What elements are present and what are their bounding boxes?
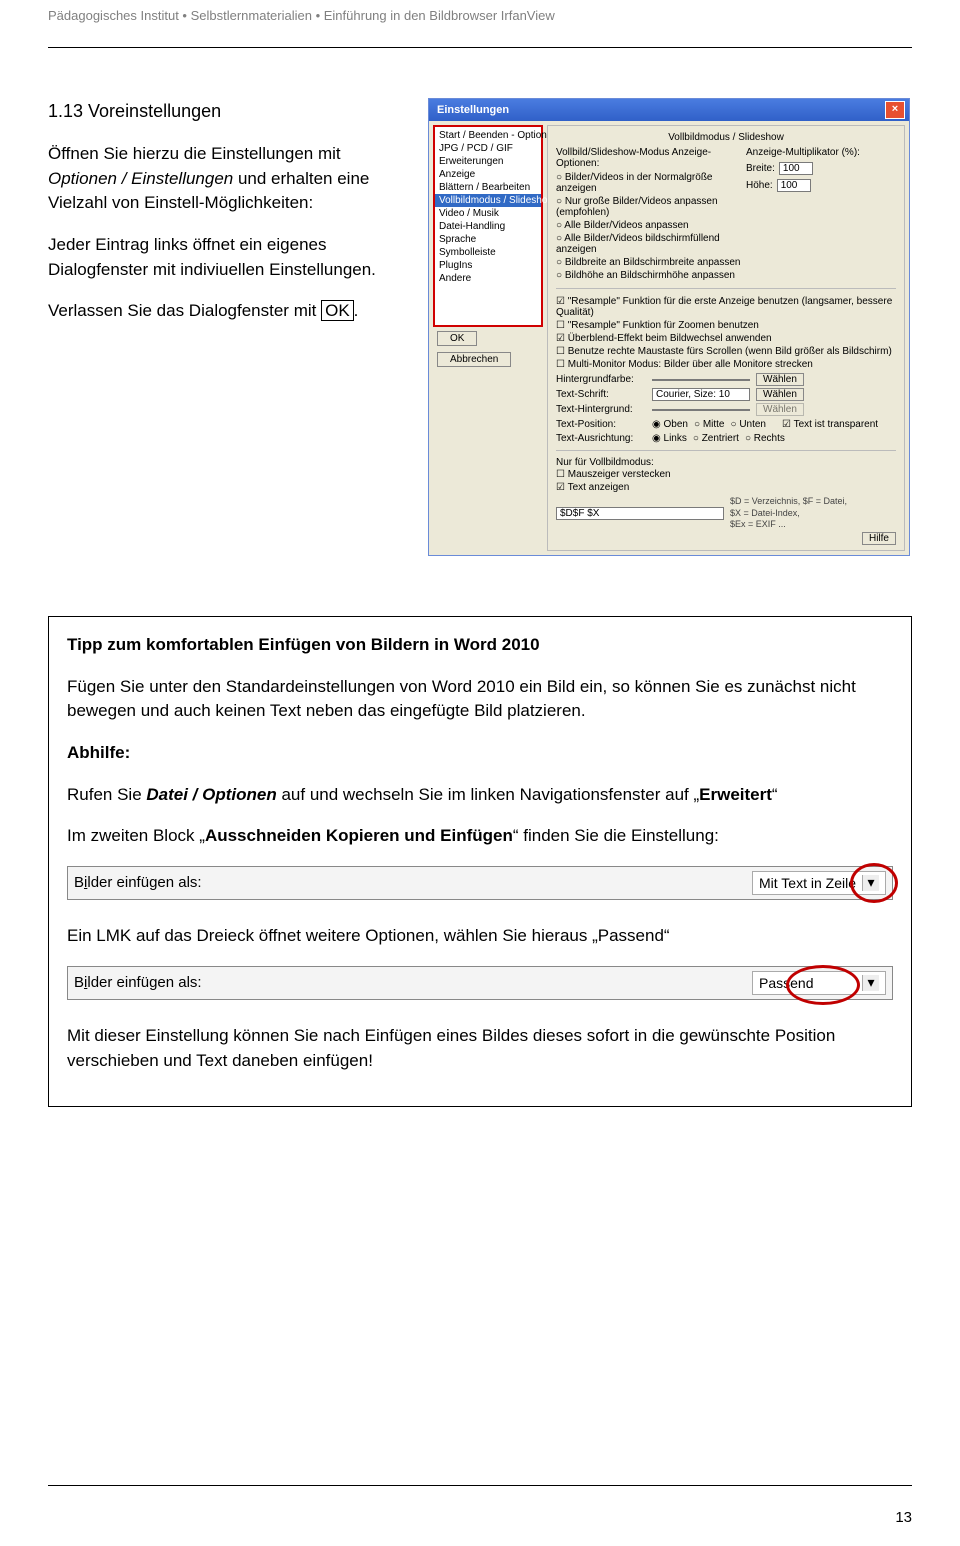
word-row-1: Bilder einfügen als: Mit Text in Zeile▾ [67,866,893,900]
tip-p5: Mit dieser Einstellung können Sie nach E… [67,1024,893,1073]
p3c: . [354,301,359,320]
radio-0[interactable]: Bilder/Videos in der Normalgröße anzeige… [556,171,746,195]
font-label: Text-Schrift: [556,389,646,400]
word-label-1: Bilder einfügen als: [74,872,202,894]
chk-resample1[interactable]: "Resample" Funktion für die erste Anzeig… [556,295,896,319]
category-list[interactable]: Start / Beenden - Optionen JPG / PCD / G… [433,125,543,327]
close-icon[interactable]: × [885,101,905,119]
settings-dialog: Einstellungen × Start / Beenden - Option… [428,98,910,556]
nur-label: Nur für Vollbildmodus: [556,457,896,468]
tip-p2a: Rufen Sie [67,785,146,804]
cat-11[interactable]: Andere [435,272,541,285]
tp-unten[interactable]: ○ Unten [730,419,766,430]
tip-box: Tipp zum komfortablen Einfügen von Bilde… [48,616,912,1107]
bg-color[interactable] [652,379,750,381]
chk-mouse[interactable]: Mauszeiger verstecken [556,468,896,481]
group-title: Vollbildmodus / Slideshow [556,132,896,143]
tip-p3c: “ finden Sie die Einstellung: [513,826,719,845]
cat-5[interactable]: Vollbildmodus / Slideshow [435,194,541,207]
font-choose[interactable]: Wählen [756,388,804,401]
breite-label: Breite: [746,163,775,174]
p1b: Optionen / Einstellungen [48,169,233,188]
cat-0[interactable]: Start / Beenden - Optionen [435,129,541,142]
pattern-note: $D = Verzeichnis, $F = Datei, $X = Datei… [730,496,896,531]
header-breadcrumb: Pädagogisches Institut • Selbstlernmater… [48,0,912,23]
cat-3[interactable]: Anzeige [435,168,541,181]
cat-10[interactable]: PlugIns [435,259,541,272]
cat-6[interactable]: Video / Musik [435,207,541,220]
tip-p2c: auf und wechseln Sie im linken Navigatio… [277,785,699,804]
dialog-title: Einstellungen [433,104,509,116]
left-opt-hdr: Vollbild/Slideshow-Modus Anzeige-Optione… [556,147,746,169]
ta-rechts[interactable]: ○ Rechts [745,433,785,444]
tip-p1: Fügen Sie unter den Standardeinstellunge… [67,675,893,724]
word-label-2: Bilder einfügen als: [74,972,202,994]
p2: Jeder Eintrag links öffnet ein eigenes D… [48,233,408,282]
font-value: Courier, Size: 10 [652,388,750,401]
cat-9[interactable]: Symbolleiste [435,246,541,259]
cat-1[interactable]: JPG / PCD / GIF [435,142,541,155]
p1a: Öffnen Sie hierzu die Einstellungen mit [48,144,341,163]
chk-rightmouse[interactable]: Benutze rechte Maustaste fürs Scrollen (… [556,345,896,358]
chevron-down-icon[interactable]: ▾ [862,975,879,991]
footer-rule [48,1485,912,1486]
radio-4[interactable]: Bildbreite an Bildschirmbreite anpassen [556,256,746,269]
chk-multimon[interactable]: Multi-Monitor Modus: Bilder über alle Mo… [556,358,896,371]
radio-1[interactable]: Nur große Bilder/Videos anpassen (empfoh… [556,195,746,219]
hoehe-input[interactable]: 100 [777,179,811,192]
tip-p3a: Im zweiten Block „ [67,826,205,845]
section-heading: 1.13 Voreinstellungen [48,98,408,124]
textaus-label: Text-Ausrichtung: [556,433,646,444]
tip-abhilfe: Abhilfe: [67,741,893,766]
cat-4[interactable]: Blättern / Bearbeiten [435,181,541,194]
p3a: Verlassen Sie das Dialogfenster mit [48,301,321,320]
ta-zentriert[interactable]: ○ Zentriert [693,433,739,444]
ok-button[interactable]: OK [437,331,477,346]
word-row-2: Bilder einfügen als: Passend▾ [67,966,893,1000]
tp-oben[interactable]: ◉ Oben [652,419,688,430]
page-number: 13 [895,1509,912,1526]
tip-p2d: Erweitert [699,785,772,804]
textbg-value[interactable] [652,409,750,411]
chk-transparent[interactable]: Text ist transparent [782,418,878,431]
textpos-label: Text-Position: [556,419,646,430]
chk-overblend[interactable]: Überblend-Effekt beim Bildwechsel anwend… [556,332,896,345]
bg-choose[interactable]: Wählen [756,373,804,386]
highlight-circle-2 [786,965,860,1005]
titlebar: Einstellungen × [429,99,909,121]
help-button[interactable]: Hilfe [862,532,896,545]
bg-label: Hintergrundfarbe: [556,374,646,385]
chk-resample2[interactable]: "Resample" Funktion für Zoomen benutzen [556,319,896,332]
body-text: 1.13 Voreinstellungen Öffnen Sie hierzu … [48,98,408,556]
tip-p2b: Datei / Optionen [146,785,276,804]
breite-input[interactable]: 100 [779,162,813,175]
tip-title: Tipp zum komfortablen Einfügen von Bilde… [67,633,893,658]
ok-inline: OK [321,300,354,321]
tip-p3b: Ausschneiden Kopieren und Einfügen [205,826,513,845]
ta-links[interactable]: ◉ Links [652,433,687,444]
textbg-choose: Wählen [756,403,804,416]
tp-mitte[interactable]: ○ Mitte [694,419,725,430]
radio-5[interactable]: Bildhöhe an Bildschirmhöhe anpassen [556,269,746,282]
cat-7[interactable]: Datei-Handling [435,220,541,233]
header-rule [48,47,912,48]
cat-8[interactable]: Sprache [435,233,541,246]
tip-p4: Ein LMK auf das Dreieck öffnet weitere O… [67,924,893,949]
textbg-label: Text-Hintergrund: [556,404,646,415]
right-opt-hdr: Anzeige-Multiplikator (%): [746,147,896,158]
radio-3[interactable]: Alle Bilder/Videos bildschirmfüllend anz… [556,232,746,256]
pattern-input[interactable]: $D$F $X [556,507,724,520]
cat-2[interactable]: Erweiterungen [435,155,541,168]
radio-2[interactable]: Alle Bilder/Videos anpassen [556,219,746,232]
tip-p2e: “ [772,785,778,804]
hoehe-label: Höhe: [746,180,773,191]
cancel-button[interactable]: Abbrechen [437,352,511,367]
highlight-circle-1 [850,863,898,903]
chk-showtext[interactable]: Text anzeigen [556,481,896,494]
